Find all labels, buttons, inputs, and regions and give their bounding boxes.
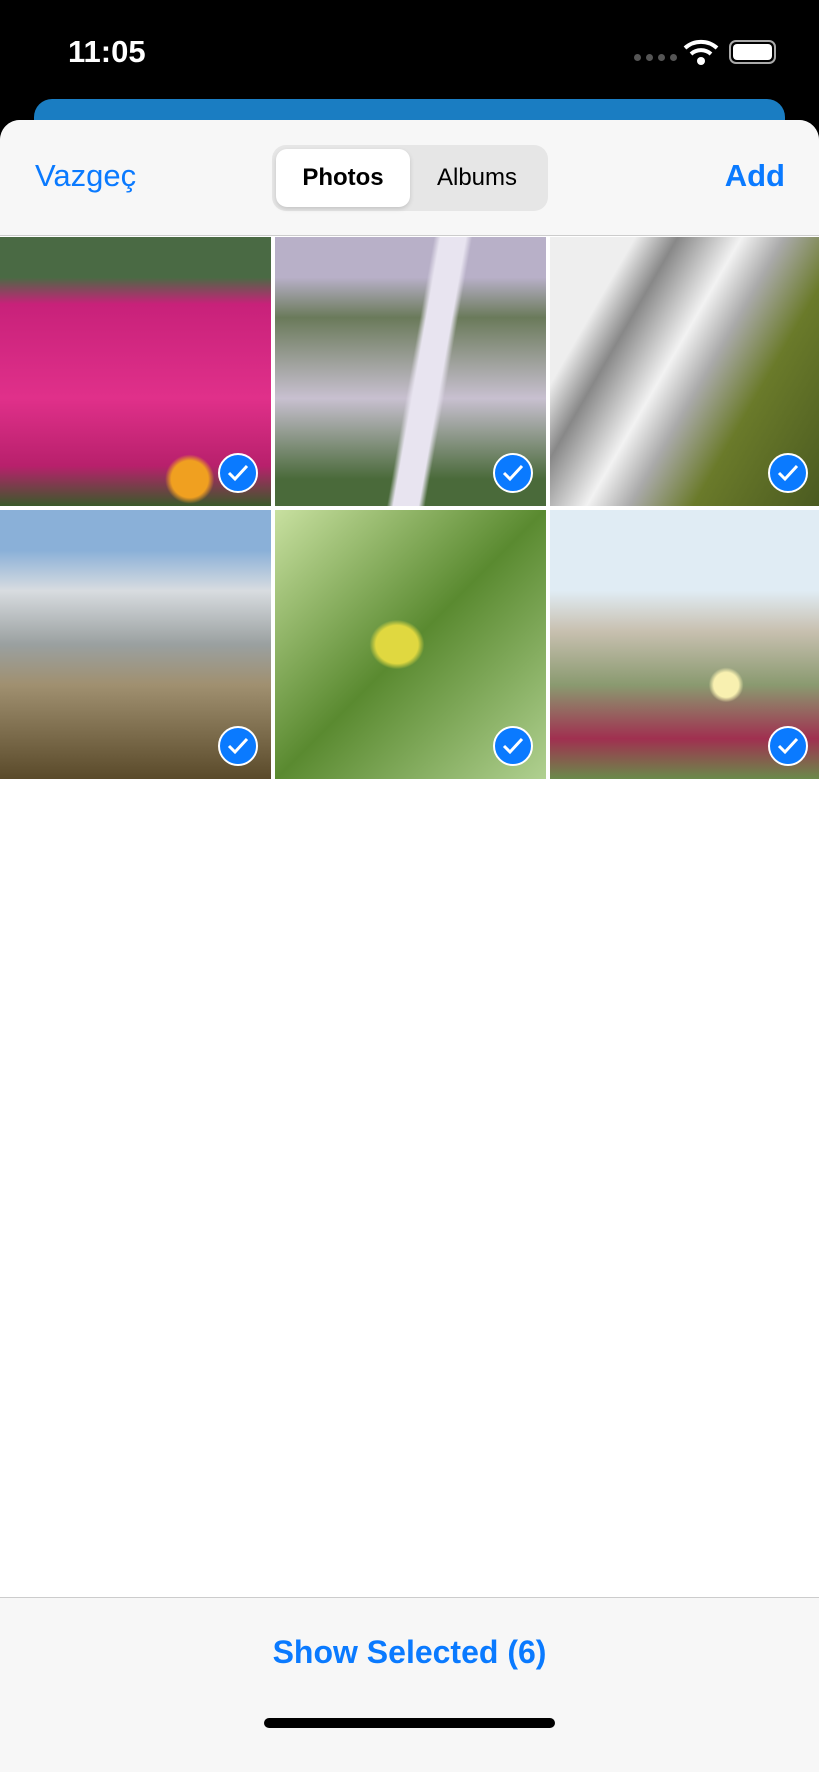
tab-albums[interactable]: Albums (410, 149, 544, 207)
segmented-control: Photos Albums (272, 145, 548, 211)
battery-icon (729, 40, 776, 64)
signal-icon (634, 54, 677, 61)
wifi-icon (683, 39, 719, 65)
photo-picker-sheet: Vazgeç Photos Albums Add (0, 120, 819, 1772)
status-bar: 11:05 (0, 0, 819, 99)
status-time: 11:05 (68, 34, 146, 69)
nav-bar: Vazgeç Photos Albums Add (0, 120, 819, 236)
photo-thumbnail[interactable] (550, 510, 819, 779)
home-indicator (264, 1718, 555, 1728)
photo-thumbnail[interactable] (275, 510, 546, 779)
cancel-button[interactable]: Vazgeç (35, 158, 136, 194)
tab-photos[interactable]: Photos (276, 149, 410, 207)
checkmark-icon (768, 453, 808, 493)
checkmark-icon (218, 726, 258, 766)
checkmark-icon (493, 726, 533, 766)
photo-grid (0, 237, 819, 779)
checkmark-icon (218, 453, 258, 493)
bottom-toolbar: Show Selected (6) (0, 1597, 819, 1772)
photo-thumbnail[interactable] (0, 510, 271, 779)
photo-thumbnail[interactable] (275, 237, 546, 506)
show-selected-button[interactable]: Show Selected (6) (0, 1634, 819, 1671)
checkmark-icon (493, 453, 533, 493)
photo-thumbnail[interactable] (550, 237, 819, 506)
add-button[interactable]: Add (725, 158, 785, 194)
photo-thumbnail[interactable] (0, 237, 271, 506)
checkmark-icon (768, 726, 808, 766)
